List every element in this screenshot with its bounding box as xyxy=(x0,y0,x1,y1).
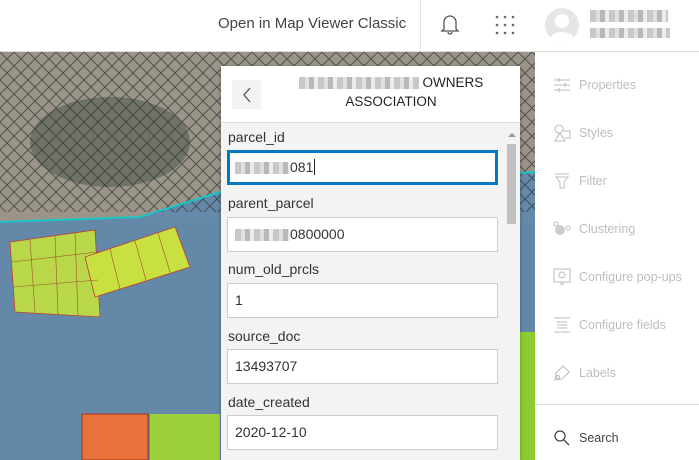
open-in-map-viewer-classic-link[interactable]: Open in Map Viewer Classic xyxy=(218,15,406,32)
divider xyxy=(420,0,421,52)
right-sidebar: Properties Styles Filter Clustering Conf… xyxy=(535,52,699,460)
sidebar-item-search[interactable]: Search xyxy=(553,429,619,447)
sidebar-item-clustering[interactable]: Clustering xyxy=(553,220,635,238)
parcel-id-input[interactable]: 081 xyxy=(227,150,498,185)
apps-grid-icon[interactable] xyxy=(494,14,516,36)
avatar[interactable] xyxy=(545,8,579,42)
label-tag-icon xyxy=(554,365,570,381)
shapes-icon xyxy=(554,124,571,142)
scrollbar[interactable] xyxy=(505,130,517,460)
feature-edit-panel: OWNERS ASSOCIATION parcel_id 081 parent_… xyxy=(221,66,520,460)
bell-icon[interactable] xyxy=(440,13,460,35)
sidebar-item-configure-popups[interactable]: Configure pop-ups xyxy=(553,268,682,286)
sliders-icon xyxy=(554,78,570,92)
user-org-redacted xyxy=(590,28,670,38)
sidebar-item-styles[interactable]: Styles xyxy=(553,124,613,142)
back-button[interactable] xyxy=(232,80,261,109)
title-line2: ASSOCIATION xyxy=(345,94,437,109)
filter-icon xyxy=(554,173,570,189)
chevron-left-icon xyxy=(242,87,250,102)
field-label-parcel-id: parcel_id xyxy=(228,129,285,145)
sidebar-item-labels[interactable]: Labels xyxy=(553,364,616,382)
search-icon xyxy=(554,430,570,446)
field-label-parent-parcel: parent_parcel xyxy=(228,195,314,211)
field-label-date-created: date_created xyxy=(228,394,310,410)
scrollbar-thumb[interactable] xyxy=(507,144,516,224)
divider xyxy=(535,404,699,405)
top-bar: Open in Map Viewer Classic xyxy=(0,0,699,52)
user-name-redacted xyxy=(590,10,668,22)
sidebar-item-configure-fields[interactable]: Configure fields xyxy=(553,316,666,334)
popup-gear-icon xyxy=(553,268,571,286)
field-label-source-doc: source_doc xyxy=(228,328,301,344)
sidebar-item-filter[interactable]: Filter xyxy=(553,172,607,190)
clustering-icon xyxy=(553,221,571,235)
parent-parcel-input[interactable]: 0800000 xyxy=(227,217,498,252)
date-created-input[interactable]: 2020-12-10 xyxy=(227,415,498,450)
num-old-prcls-input[interactable]: 1 xyxy=(227,283,498,318)
redacted-title xyxy=(298,77,419,90)
field-label-num-old-prcls: num_old_prcls xyxy=(228,261,320,277)
title-suffix: OWNERS xyxy=(422,75,484,90)
scroll-up-arrow-icon[interactable] xyxy=(506,130,518,140)
panel-title: OWNERS ASSOCIATION xyxy=(271,73,511,111)
fields-list-icon xyxy=(554,317,570,333)
panel-header: OWNERS ASSOCIATION xyxy=(221,66,520,123)
sidebar-item-properties[interactable]: Properties xyxy=(553,76,636,94)
source-doc-input[interactable]: 13493707 xyxy=(227,349,498,384)
